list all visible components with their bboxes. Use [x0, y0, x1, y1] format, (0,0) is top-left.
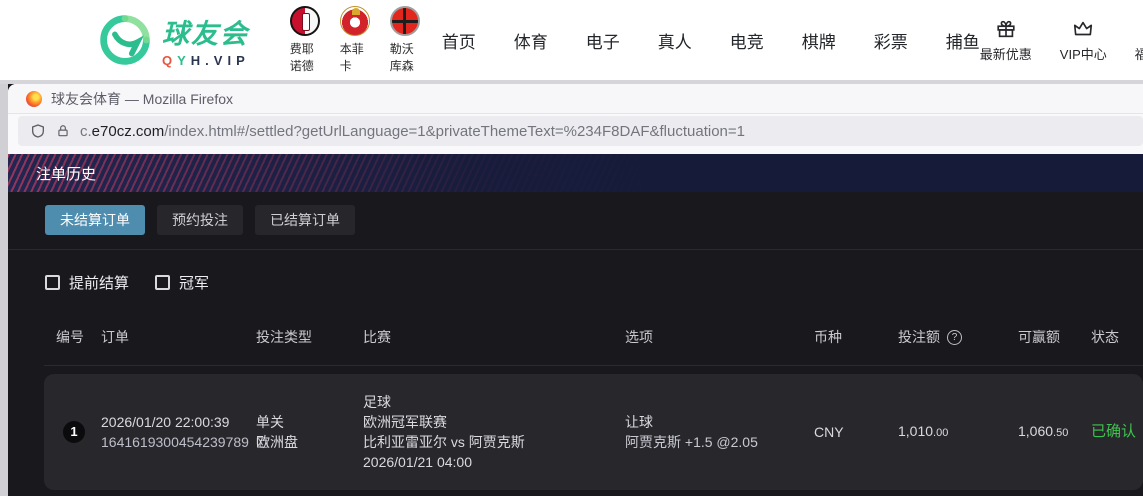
urlbar-row: c.e70cz.com/index.html#/settled?getUrlLa…: [8, 114, 1143, 154]
market: 让球: [625, 412, 814, 432]
firefox-icon: [26, 91, 42, 107]
champion-checkbox[interactable]: [155, 275, 170, 290]
status-badge: 已确认: [1091, 422, 1143, 442]
order-id: 1641619300454239789: [101, 432, 249, 452]
order-time: 2026/01/20 22:00:39: [101, 412, 256, 432]
pick: 阿贾克斯 +1.5 @2.05: [625, 432, 814, 452]
main-nav: 首页 体育 电子 真人 电竞 棋牌 彩票 捕鱼: [442, 28, 980, 53]
lock-icon[interactable]: [56, 124, 70, 138]
col-stake: 投注额 ?: [898, 327, 1018, 347]
currency-cell: CNY: [814, 422, 898, 442]
crown-icon: [1072, 18, 1094, 40]
vip-center-link[interactable]: VIP中心: [1060, 18, 1107, 63]
col-bet-type: 投注类型: [256, 327, 363, 347]
option-cell: 让球 阿贾克斯 +1.5 @2.05: [625, 412, 814, 452]
bet-type: 单关: [256, 412, 363, 432]
nav-item-slots[interactable]: 电子: [586, 28, 620, 53]
desktop-edge: [0, 84, 8, 496]
site-header: 球友会 QYH.VIP 费耶诺德 本菲卡 勒沃库森 首页 体育 电子 真人 电竞…: [0, 0, 1143, 80]
partner-feyenoord[interactable]: 费耶诺德: [290, 6, 320, 74]
filters-row: 提前结算 冠军: [45, 272, 1143, 293]
url-bar[interactable]: c.e70cz.com/index.html#/settled?getUrlLa…: [18, 116, 1143, 146]
odds-format: 欧洲盘: [256, 432, 363, 452]
order-cell: 2026/01/20 22:00:39 1641619300454239789: [101, 412, 256, 452]
filter-champion[interactable]: 冠军: [155, 272, 209, 293]
match-time: 2026/01/21 04:00: [363, 452, 625, 472]
nav-item-home[interactable]: 首页: [442, 28, 476, 53]
page-banner: 注单历史: [8, 154, 1143, 192]
brand-domain: QYH.VIP: [162, 53, 250, 68]
nav-item-lottery[interactable]: 彩票: [874, 28, 908, 53]
orders-table: 编号 订单 投注类型 比赛 选项 币种 投注额 ? 可赢额 状态 1: [44, 321, 1143, 490]
early-settle-checkbox[interactable]: [45, 275, 60, 290]
col-option: 选项: [625, 327, 814, 347]
brand-name: 球友会: [162, 12, 250, 51]
tab-reserved[interactable]: 预约投注: [157, 205, 243, 235]
promotions-link[interactable]: 最新优惠: [980, 18, 1032, 63]
nav-item-fishing[interactable]: 捕鱼: [946, 28, 980, 53]
window-title: 球友会体育 — Mozilla Firefox: [51, 89, 233, 109]
teams: 比利亚雷亚尔 vs 阿贾克斯: [363, 432, 625, 452]
leverkusen-crest-icon: [390, 6, 420, 36]
partner-benfica[interactable]: 本菲卡: [340, 6, 370, 74]
stake-amount: 1,010.00: [898, 421, 1018, 443]
table-header: 编号 订单 投注类型 比赛 选项 币种 投注额 ? 可赢额 状态: [44, 321, 1143, 366]
match-cell: 足球 欧洲冠军联赛 比利亚雷亚尔 vs 阿贾克斯 2026/01/21 04:0…: [363, 392, 625, 472]
filter-early-settle[interactable]: 提前结算: [45, 272, 129, 293]
tab-unsettled[interactable]: 未结算订单: [45, 205, 145, 235]
nav-item-esports[interactable]: 电竞: [730, 28, 764, 53]
benfica-crest-icon: [340, 6, 370, 36]
col-order: 订单: [101, 327, 256, 347]
row-number-badge: 1: [63, 421, 85, 443]
nav-item-live[interactable]: 真人: [658, 28, 692, 53]
firefox-window: 球友会体育 — Mozilla Firefox c.e70cz.com/inde…: [8, 84, 1143, 496]
order-tabs: 未结算订单 预约投注 已结算订单: [45, 205, 1143, 235]
winnable-amount: 1,060.50: [1018, 421, 1091, 443]
tabs-divider: [8, 249, 1143, 250]
partner-logos: 费耶诺德 本菲卡 勒沃库森: [290, 6, 420, 74]
window-titlebar: 球友会体育 — Mozilla Firefox: [8, 84, 1143, 114]
quick-links: 最新优惠 VIP中心 福利中心: [980, 18, 1143, 63]
url-text: c.e70cz.com/index.html#/settled?getUrlLa…: [80, 123, 745, 140]
league: 欧洲冠军联赛: [363, 412, 625, 432]
col-winnable: 可赢额: [1018, 327, 1091, 347]
shield-permissions-icon[interactable]: [30, 123, 46, 139]
gift-icon: [995, 18, 1017, 40]
feyenoord-crest-icon: [290, 6, 320, 36]
col-number: 编号: [56, 327, 101, 347]
bet-type-cell: 单关 欧洲盘: [256, 412, 363, 452]
nav-item-cards[interactable]: 棋牌: [802, 28, 836, 53]
col-currency: 币种: [814, 327, 898, 347]
stake-help-icon[interactable]: ?: [947, 330, 962, 345]
site-logo[interactable]: 球友会 QYH.VIP: [98, 12, 250, 68]
bet-history-content: 未结算订单 预约投注 已结算订单 提前结算 冠军 编号 订单: [8, 192, 1143, 496]
page-title: 注单历史: [36, 163, 96, 184]
tab-settled[interactable]: 已结算订单: [255, 205, 355, 235]
logo-swirl-icon: [98, 13, 152, 67]
order-row: 1 2026/01/20 22:00:39 164161930045423978…: [44, 374, 1143, 490]
partner-leverkusen[interactable]: 勒沃库森: [390, 6, 420, 74]
welfare-center-link[interactable]: 福利中心: [1135, 18, 1143, 63]
col-status: 状态: [1091, 327, 1143, 347]
sport: 足球: [363, 392, 625, 412]
col-match: 比赛: [363, 327, 625, 347]
nav-item-sports[interactable]: 体育: [514, 28, 548, 53]
